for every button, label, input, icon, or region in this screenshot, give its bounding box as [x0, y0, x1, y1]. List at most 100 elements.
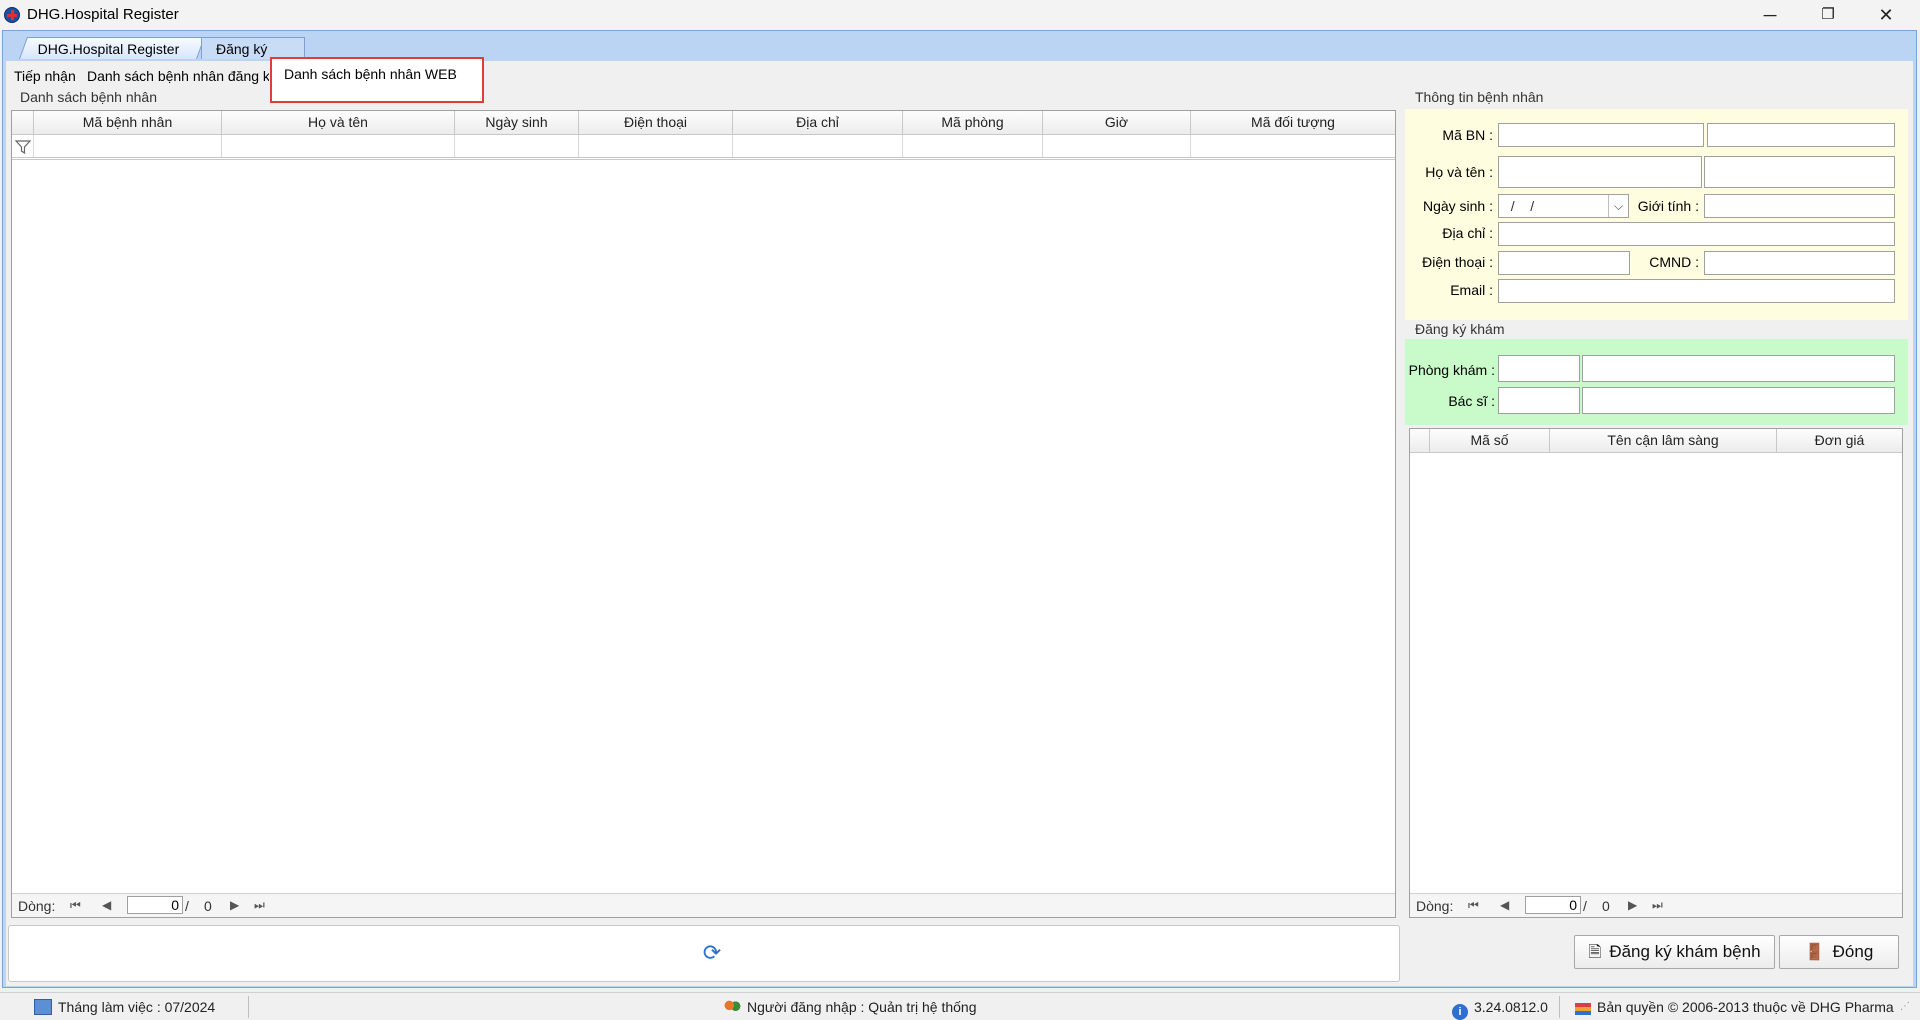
minimize-button[interactable]: ─: [1741, 0, 1799, 30]
status-bar: Tháng làm việc : 07/2024 Người đăng nhập…: [0, 992, 1920, 1020]
title-bar: DHG.Hospital Register ─ ❐ ✕: [0, 0, 1920, 30]
phong-kham-code-input[interactable]: [1498, 355, 1580, 382]
info-icon: i: [1452, 1004, 1468, 1020]
working-month-status: Tháng làm việc : 07/2024: [34, 999, 215, 1015]
working-month-text: Tháng làm việc : 07/2024: [58, 999, 216, 1015]
col-ma-benh-nhan[interactable]: Mã bệnh nhân: [34, 111, 222, 135]
register-exam-label: Đăng ký khám bệnh: [1609, 942, 1761, 961]
tab-dang-ky-kcb[interactable]: Đăng ký KCB: [201, 37, 305, 79]
email-input[interactable]: [1498, 279, 1895, 303]
subtab-danh-sach-dang-ky[interactable]: Danh sách bệnh nhân đăng ký: [87, 68, 269, 84]
filter-row: [12, 135, 1395, 160]
col-ho-va-ten[interactable]: Họ và tên: [222, 111, 455, 135]
gioi-tinh-label: Giới tính :: [1637, 198, 1699, 214]
current-row-input[interactable]: 0: [127, 896, 183, 914]
col-ten-can-lam-sang[interactable]: Tên cận lâm sàng: [1550, 429, 1777, 453]
status-divider-2: [1559, 996, 1560, 1018]
ma-bn-label: Mã BN :: [1442, 127, 1493, 143]
dien-thoai-label: Điện thoại :: [1422, 254, 1493, 270]
version-status: i 3.24.0812.0: [1452, 999, 1548, 1020]
ho-ten-extra-input[interactable]: [1704, 156, 1895, 188]
ma-bn-extra-input[interactable]: [1707, 123, 1895, 147]
col-gio[interactable]: Giờ: [1043, 111, 1191, 135]
ho-ten-input[interactable]: [1498, 156, 1702, 188]
services-row-total: 0: [1602, 898, 1610, 914]
clinical-services-grid: Mã số Tên cận lâm sàng Đơn giá Dòng: ⏮ ◀…: [1409, 428, 1903, 918]
filter-cell-ngay-sinh[interactable]: [455, 135, 579, 157]
services-first-record-icon[interactable]: ⏮: [1468, 898, 1479, 913]
logged-user-text: Người đăng nhập : Quản trị hệ thống: [747, 999, 977, 1015]
restore-button[interactable]: ❐: [1799, 0, 1857, 30]
services-current-row-input[interactable]: 0: [1525, 896, 1581, 914]
document-icon: 🗎: [1588, 944, 1602, 961]
prev-record-icon[interactable]: ◀: [102, 898, 111, 912]
phong-kham-name-input[interactable]: [1582, 355, 1895, 382]
calendar-icon: [34, 999, 52, 1015]
dia-chi-input[interactable]: [1498, 222, 1895, 246]
logged-user-status: Người đăng nhập : Quản trị hệ thống: [723, 999, 976, 1015]
dia-chi-label: Địa chỉ :: [1442, 225, 1493, 241]
row-separator: /: [185, 898, 189, 914]
last-record-icon[interactable]: ⏭: [254, 898, 265, 913]
exit-door-icon: 🚪: [1804, 944, 1825, 961]
version-text: 3.24.0812.0: [1474, 999, 1548, 1015]
col-ma-phong[interactable]: Mã phòng: [903, 111, 1043, 135]
filter-cell-ho-va-ten[interactable]: [222, 135, 455, 157]
window-title: DHG.Hospital Register: [27, 6, 179, 23]
services-row-indicator-header: [1410, 429, 1430, 453]
users-icon: [723, 999, 741, 1015]
col-don-gia[interactable]: Đơn giá: [1777, 429, 1902, 453]
refresh-icon[interactable]: ⟳: [701, 942, 723, 964]
ngay-sinh-label: Ngày sinh :: [1422, 198, 1493, 214]
filter-cell-ma-doi-tuong[interactable]: [1191, 135, 1395, 157]
patient-list-grid: Mã bệnh nhân Họ và tên Ngày sinh Điện th…: [11, 110, 1396, 918]
gioi-tinh-input[interactable]: [1704, 194, 1895, 218]
col-ma-doi-tuong[interactable]: Mã đối tượng: [1191, 111, 1395, 135]
col-dien-thoai[interactable]: Điện thoại: [579, 111, 733, 135]
ngay-sinh-value: / /: [1503, 198, 1535, 214]
bac-si-name-input[interactable]: [1582, 387, 1895, 414]
filter-cell-dien-thoai[interactable]: [579, 135, 733, 157]
row-count-label: Dòng:: [18, 898, 56, 914]
bac-si-code-input[interactable]: [1498, 387, 1580, 414]
col-dia-chi[interactable]: Địa chỉ: [733, 111, 903, 135]
app-logo-icon: [4, 7, 20, 23]
filter-cell-ma-benh-nhan[interactable]: [34, 135, 222, 157]
grid-navigator: Dòng: ⏮ ◀ 0 / 0 ▶ ⏭: [12, 893, 1395, 917]
row-indicator-header: [12, 111, 34, 135]
filter-cell-dia-chi[interactable]: [733, 135, 903, 157]
close-label: Đóng: [1832, 942, 1874, 961]
filter-cell-ma-phong[interactable]: [903, 135, 1043, 157]
dien-thoai-input[interactable]: [1498, 251, 1630, 275]
patient-info-group-title: Thông tin bệnh nhân: [1412, 89, 1547, 105]
filter-cell-gio[interactable]: [1043, 135, 1191, 157]
subtab-danh-sach-web[interactable]: Danh sách bệnh nhân WEB: [284, 66, 457, 82]
tab-hospital-register[interactable]: DHG.Hospital Register: [18, 37, 206, 59]
ngay-sinh-datepicker[interactable]: / / ⌵: [1498, 194, 1629, 218]
email-label: Email :: [1450, 282, 1493, 298]
close-window-button[interactable]: ✕: [1857, 0, 1915, 30]
close-button[interactable]: 🚪 Đóng: [1779, 935, 1899, 969]
services-row-count-label: Dòng:: [1416, 898, 1454, 914]
next-record-icon[interactable]: ▶: [230, 898, 239, 912]
copyright-status: Bản quyền © 2006-2013 thuộc về DHG Pharm…: [1575, 999, 1894, 1015]
register-exam-button[interactable]: 🗎 Đăng ký khám bệnh: [1574, 935, 1775, 969]
bac-si-label: Bác sĩ :: [1448, 393, 1495, 409]
services-last-record-icon[interactable]: ⏭: [1652, 898, 1663, 913]
services-grid-navigator: Dòng: ⏮ ◀ 0 / 0 ▶ ⏭: [1410, 893, 1902, 917]
filter-indicator-cell: [12, 135, 34, 157]
services-next-record-icon[interactable]: ▶: [1628, 898, 1637, 912]
grid-header: Mã bệnh nhân Họ và tên Ngày sinh Điện th…: [12, 111, 1395, 135]
subtab-tiep-nhan[interactable]: Tiếp nhận: [14, 68, 76, 84]
phong-kham-label: Phòng khám :: [1408, 362, 1495, 378]
action-panel: ⟳: [8, 925, 1400, 982]
services-grid-header: Mã số Tên cận lâm sàng Đơn giá: [1410, 429, 1902, 453]
cmnd-input[interactable]: [1704, 251, 1895, 275]
chevron-down-icon[interactable]: ⌵: [1608, 195, 1628, 217]
col-ngay-sinh[interactable]: Ngày sinh: [455, 111, 579, 135]
resize-grip-icon[interactable]: ⋰: [1900, 1001, 1910, 1012]
ma-bn-input[interactable]: [1498, 123, 1704, 147]
first-record-icon[interactable]: ⏮: [70, 898, 81, 913]
col-ma-so[interactable]: Mã số: [1430, 429, 1550, 453]
services-prev-record-icon[interactable]: ◀: [1500, 898, 1509, 912]
